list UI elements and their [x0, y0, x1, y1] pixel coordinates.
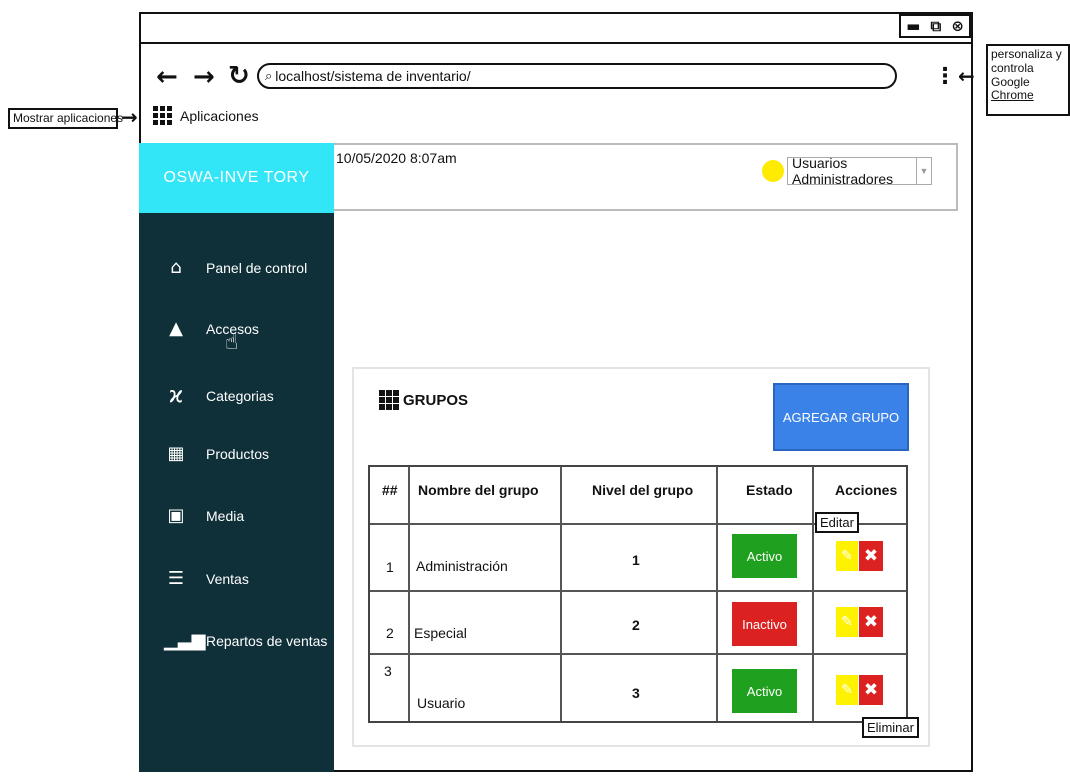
column-header-level: Nivel del grupo [592, 482, 694, 498]
column-header-actions: Acciones [835, 482, 898, 498]
status-badge-text: Inactivo [742, 616, 787, 632]
annotation-customize-line2: controla Google [991, 60, 1034, 89]
address-bar-url: localhost/sistema de inventario/ [275, 68, 471, 84]
search-icon: ⌕ [265, 68, 273, 84]
close-icon[interactable]: ⊗ [951, 18, 964, 34]
close-icon: ✖ [863, 612, 879, 632]
minimize-icon[interactable]: ▬ [906, 18, 920, 34]
table-row-level: 1 [632, 552, 640, 568]
user-avatar[interactable] [762, 160, 784, 182]
edit-tooltip: Editar [815, 512, 859, 533]
table-row-name: Usuario [417, 695, 466, 711]
delete-button[interactable]: ✖ [859, 675, 883, 705]
sidebar-item-label: Productos [206, 445, 270, 462]
user-role-dropdown[interactable]: Usuarios Administradores ▼ [787, 155, 932, 187]
brand-logo[interactable]: OSWA-INVE TORY [139, 143, 334, 213]
window-controls: ▬ ⧉ ⊗ [899, 14, 971, 38]
hand-cursor-icon: ☝ [225, 330, 239, 355]
annotation-show-apps-text: Mostrar aplicaciones [13, 111, 124, 125]
pencil-icon: ✎ [841, 614, 853, 630]
user-role-label: Usuarios Administradores [792, 155, 894, 187]
sidebar-item-media[interactable]: ▣ Media [164, 505, 244, 526]
status-badge: Activo [732, 534, 797, 578]
groups-title-text: GRUPOS [403, 391, 469, 409]
edit-tooltip-text: Editar [820, 515, 854, 530]
grid-icon [379, 390, 399, 410]
delete-button[interactable]: ✖ [859, 541, 883, 571]
table-row-name: Administración [416, 558, 508, 574]
user-icon: ▲ [169, 318, 183, 339]
sidebar-item-label: Repartos de ventas [206, 632, 328, 649]
table-row-id: 3 [384, 663, 392, 679]
sidebar: ⌂ Panel de control ▲ Accesos ϰ Categoria… [139, 213, 334, 772]
sidebar-item-accesos[interactable]: ▲ Accesos [164, 318, 259, 339]
restore-icon[interactable]: ⧉ [930, 18, 941, 34]
column-header-name: Nombre del grupo [418, 482, 539, 498]
sidebar-item-label: Media [206, 507, 245, 524]
column-header-status: Estado [746, 482, 793, 498]
table-row-id: 1 [386, 559, 394, 575]
forward-arrow-icon[interactable]: → [193, 64, 215, 90]
annotation-customize-chrome: personaliza y controla Google Chrome [986, 44, 1070, 116]
add-group-button[interactable]: AGREGAR GRUPO [773, 383, 909, 451]
edit-button[interactable]: ✎ [836, 607, 858, 637]
table-row-level: 2 [632, 617, 640, 633]
table-row-level: 3 [632, 685, 640, 701]
pencil-icon: ✎ [841, 548, 853, 564]
browser-menu-icon[interactable]: ⋮ [934, 66, 956, 88]
chevron-down-icon: ▼ [916, 158, 931, 184]
sidebar-item-categorias[interactable]: ϰ Categorias [164, 383, 274, 408]
status-badge-text: Activo [746, 548, 783, 564]
annotation-arrow-right-icon: → [121, 105, 138, 129]
delete-tooltip-text: Eliminar [867, 720, 914, 735]
groups-title: GRUPOS [379, 390, 468, 410]
back-arrow-icon[interactable]: ← [156, 64, 178, 90]
xing-icon: ϰ [168, 383, 184, 408]
delete-button[interactable]: ✖ [859, 607, 883, 637]
table-row-id: 2 [386, 625, 394, 641]
apps-label: Aplicaciones [180, 107, 259, 124]
groups-table: ## Nombre del grupo Nivel del grupo Esta… [368, 465, 908, 723]
edit-button[interactable]: ✎ [836, 541, 858, 571]
titlebar-divider [139, 42, 973, 44]
current-datetime: 10/05/2020 8:07am [336, 150, 457, 166]
status-badge: Inactivo [732, 602, 797, 646]
brand-name: OSWA-INVE TORY [163, 169, 310, 186]
add-group-button-label: AGREGAR GRUPO [782, 409, 900, 425]
annotation-customize-line1: personaliza y [991, 47, 1062, 61]
sidebar-item-ventas[interactable]: ☰ Ventas [164, 568, 249, 589]
close-icon: ✖ [863, 680, 879, 700]
edit-button[interactable]: ✎ [836, 675, 858, 705]
annotation-show-apps: Mostrar aplicaciones [8, 108, 123, 129]
annotation-customize-line3: Chrome [991, 88, 1034, 103]
sidebar-item-panel[interactable]: ⌂ Panel de control [164, 257, 307, 278]
sidebar-item-repartos[interactable]: ▁▃▆ Repartos de ventas [164, 630, 327, 651]
signal-icon: ▁▃▆ [164, 630, 206, 651]
status-badge: Activo [732, 669, 797, 713]
sidebar-item-label: Panel de control [206, 259, 308, 276]
sidebar-item-label: Categorias [206, 387, 274, 404]
sidebar-item-productos[interactable]: ▦ Productos [164, 443, 269, 464]
home-icon: ⌂ [170, 257, 182, 278]
status-badge-text: Activo [746, 683, 783, 699]
annotation-arrow-left-icon: ← [958, 64, 975, 88]
sidebar-item-label: Ventas [206, 570, 249, 587]
pencil-icon: ✎ [841, 682, 853, 698]
list-icon: ☰ [167, 568, 185, 589]
close-icon: ✖ [863, 546, 879, 566]
apps-shortcut[interactable]: Aplicaciones [153, 106, 259, 125]
apps-grid-icon [153, 106, 172, 125]
table-row-name: Especial [414, 625, 467, 641]
grid-icon: ▦ [167, 443, 185, 464]
address-bar[interactable]: ⌕ localhost/sistema de inventario/ [257, 63, 897, 89]
reload-icon[interactable]: ↻ [228, 63, 250, 89]
delete-tooltip: Eliminar [862, 717, 919, 738]
image-icon: ▣ [167, 505, 185, 526]
column-header-id: ## [382, 482, 398, 498]
